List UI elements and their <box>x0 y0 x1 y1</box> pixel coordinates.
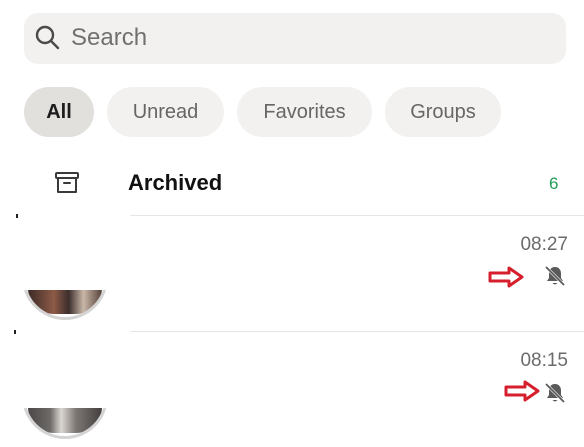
chat-time: 08:27 <box>520 234 568 255</box>
filter-label: Unread <box>132 100 199 123</box>
search-input[interactable] <box>71 16 531 60</box>
redaction-mask <box>0 332 130 408</box>
edge-mark <box>16 214 18 218</box>
archived-label: Archived <box>128 170 223 195</box>
search-icon <box>35 25 60 50</box>
filter-label: Groups <box>410 100 476 123</box>
filter-all[interactable]: All <box>24 87 94 137</box>
chat-time: 08:15 <box>520 350 568 371</box>
archived-count: 6 <box>549 174 559 193</box>
avatar-image <box>28 288 102 314</box>
red-arrow-annotation <box>488 266 524 288</box>
redaction-mask <box>0 216 130 290</box>
avatar-image <box>28 407 102 433</box>
filter-unread[interactable]: Unread <box>107 87 224 137</box>
filter-label: Favorites <box>263 100 346 123</box>
divider <box>130 331 584 332</box>
edge-mark <box>14 330 16 334</box>
filter-label: All <box>46 100 72 123</box>
muted-bell-icon <box>544 382 566 404</box>
chat-list-screen: All Unread Favorites Groups Archived 6 0… <box>0 0 584 447</box>
filter-groups[interactable]: Groups <box>385 87 501 137</box>
archive-icon <box>55 172 79 193</box>
filter-favorites[interactable]: Favorites <box>237 87 372 137</box>
red-arrow-annotation <box>504 380 540 402</box>
muted-bell-icon <box>544 265 566 287</box>
divider <box>130 215 584 216</box>
